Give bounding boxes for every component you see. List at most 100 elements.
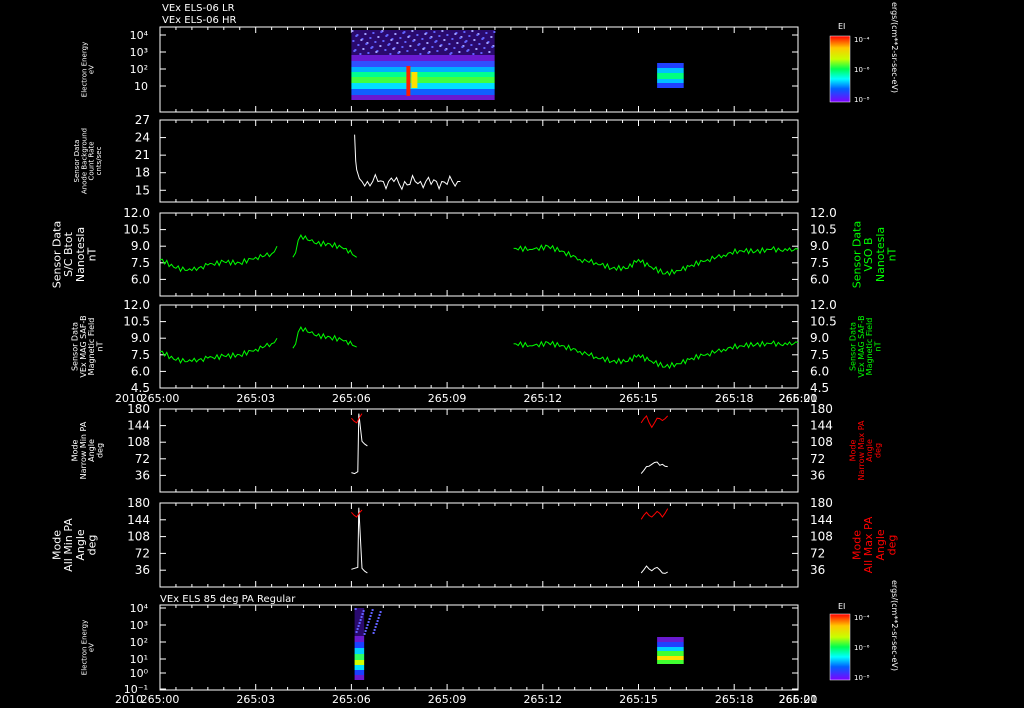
spectrogram-lr-hr-speck xyxy=(466,50,469,52)
spectrogram-85pa-block2 xyxy=(657,642,684,647)
spectrogram-lr-hr-speck xyxy=(491,46,494,48)
spectrogram-85pa-speck xyxy=(360,616,363,618)
time-tick-label: 265:00 xyxy=(141,693,180,706)
spectrogram-lr-hr-speck xyxy=(429,37,432,39)
spectrogram-lr-hr-speck xyxy=(463,31,466,33)
narrow-pa-ytick-label-right: 36 xyxy=(810,468,825,482)
time-tick-label: 265:06 xyxy=(332,693,371,706)
spectrogram-lr-hr-speck xyxy=(473,39,476,41)
spectrogram-85pa-ytick-label: 10² xyxy=(130,636,148,649)
spectrogram-lr-hr-speck xyxy=(471,30,474,32)
narrow-pa-ylabel-right-line: deg xyxy=(874,443,883,458)
background-ytick-label: 27 xyxy=(135,113,150,127)
spectrogram-lr-hr-spike2 xyxy=(411,72,418,88)
colorbar-top-tick-2: 10⁻⁸ xyxy=(854,96,870,104)
bfield-total-ytick-label-right: 6.0 xyxy=(810,272,829,286)
bfield-total-ytick-label: 6.0 xyxy=(131,272,150,286)
spectrogram-lr-hr-speck xyxy=(399,37,402,39)
bfield-total-ytick-label-right: 10.5 xyxy=(810,223,837,237)
all-pa-ytick-label: 72 xyxy=(135,546,150,560)
narrow-pa-ytick-label: 144 xyxy=(127,419,150,433)
spectrogram-lr-hr-block2 xyxy=(657,63,684,68)
bfield-mag-ylabel-right-line: nT xyxy=(874,341,883,351)
spectrogram-lr-hr-speck xyxy=(426,42,429,44)
time-tick-label: 265:18 xyxy=(715,392,754,405)
spectrogram-85pa-block2 xyxy=(657,656,684,660)
spectrogram-lr-hr-speck xyxy=(353,50,356,52)
spectrogram-85pa-speck xyxy=(377,617,380,619)
spectrogram-85pa-speck xyxy=(374,626,377,628)
spectrogram-lr-hr-speck xyxy=(431,46,434,48)
time-tick-label: 266:00 xyxy=(779,392,818,405)
spectrogram-lr-hr-speck xyxy=(438,35,441,37)
spectrogram-lr-hr-speck xyxy=(490,36,493,38)
bfield-total-ylabel-line: nT xyxy=(85,247,98,261)
spectrogram-lr-hr-speck xyxy=(453,47,456,49)
spectrogram-85pa-speck xyxy=(355,631,358,633)
spectrogram-lr-hr-speck xyxy=(352,40,355,42)
spectrogram-lr-hr-speck xyxy=(448,43,451,45)
spectrogram-lr-hr-speck xyxy=(394,33,397,35)
spectrogram-85pa-speck xyxy=(357,625,360,627)
colorbar-top-tick-0: 10⁻⁴ xyxy=(854,36,870,44)
spectrogram-lr-hr-speck xyxy=(443,39,446,41)
all-pa-ytick-label: 108 xyxy=(127,530,150,544)
colorbar-bottom-tick-1: 10⁻⁶ xyxy=(854,644,870,652)
time-tick-label: 265:15 xyxy=(619,693,658,706)
all-pa-ytick-label-right: 36 xyxy=(810,563,825,577)
background-ytick-label: 15 xyxy=(135,183,150,197)
spectrogram-85pa-speck xyxy=(370,612,373,614)
spectrogram-85pa-speck xyxy=(367,621,370,623)
spectrogram-lr-hr-speck xyxy=(392,48,395,50)
spectrogram-85pa-speck xyxy=(361,613,364,615)
spectrogram-lr-hr-speck xyxy=(444,49,447,51)
bfield-mag-ylabel-line: nT xyxy=(96,341,105,351)
spectrogram-85pa-speck xyxy=(363,633,366,635)
all-pa-ylabel-line: deg xyxy=(85,535,98,556)
spectrogram-lr-hr-speck xyxy=(374,41,377,43)
colorbar-bottom-tick-0: 10⁻⁴ xyxy=(854,614,870,622)
spectrogram-lr-hr-spike xyxy=(406,66,411,96)
spectrogram-lr-hr-speck xyxy=(404,41,407,43)
spectrogram-lr-hr-band xyxy=(351,72,495,77)
spectrogram-lr-hr-speck xyxy=(488,51,491,53)
spectrogram-lr-hr-speck xyxy=(485,32,488,34)
spectrogram-85pa-band xyxy=(354,665,365,670)
spectrogram-lr-hr-speck xyxy=(417,44,420,46)
spectrogram-lr-hr-speck xyxy=(486,42,489,44)
header-line-1: VEx ELS-06 LR xyxy=(162,3,235,14)
spectrogram-lr-hr-speck xyxy=(441,30,444,32)
all-pa-ytick-label: 180 xyxy=(127,496,150,510)
spectrogram-lr-hr-speck xyxy=(387,44,390,46)
spectrogram-lr-hr-ytick-label: 10³ xyxy=(130,46,148,59)
spectrogram-lr-hr-speck xyxy=(407,36,410,38)
spectrogram-85pa-speck xyxy=(371,609,374,611)
spectrogram-85pa-speck xyxy=(368,618,371,620)
spectrogram-lr-hr-speck xyxy=(359,53,362,55)
spectrogram-lr-hr-speck xyxy=(493,31,496,33)
all-pa-ylabel-right-line: deg xyxy=(885,535,898,556)
spectrogram-85pa-speck xyxy=(373,629,376,631)
spectrogram-85pa-speck xyxy=(356,628,359,630)
colorbar-top-ramp xyxy=(829,35,851,103)
time-tick-label: 265:09 xyxy=(428,693,467,706)
spectrogram-85pa-speck xyxy=(379,611,382,613)
narrow-pa-ytick-label-right: 144 xyxy=(810,419,833,433)
spectrogram-lr-hr-ylabel-line: eV xyxy=(88,65,96,74)
spectrogram-lr-hr-speck xyxy=(364,33,367,35)
bfield-total-ytick-label: 10.5 xyxy=(123,223,150,237)
spectrogram-lr-hr-ytick-label: 10⁴ xyxy=(130,29,149,42)
spectrogram-lr-hr-speck xyxy=(434,41,437,43)
spectrogram-lr-hr-speck xyxy=(365,43,368,45)
spectrogram-85pa-block2 xyxy=(657,660,684,664)
spectrogram-lr-hr-speck xyxy=(439,45,442,47)
spectrogram-lr-hr-speck xyxy=(372,32,375,34)
all-pa-ytick-label-right: 108 xyxy=(810,530,833,544)
spectrogram-lr-hr-speck xyxy=(458,51,461,53)
spectrogram-85pa-speck xyxy=(375,623,378,625)
spectrogram-lr-hr-speck xyxy=(475,48,478,50)
spectrogram-lr-hr-speck xyxy=(362,48,365,50)
colorbar-top-tick-1: 10⁻⁶ xyxy=(854,66,870,74)
spectrogram-lr-hr-speck xyxy=(483,47,486,49)
spectrogram-lr-hr-speck xyxy=(397,52,400,54)
